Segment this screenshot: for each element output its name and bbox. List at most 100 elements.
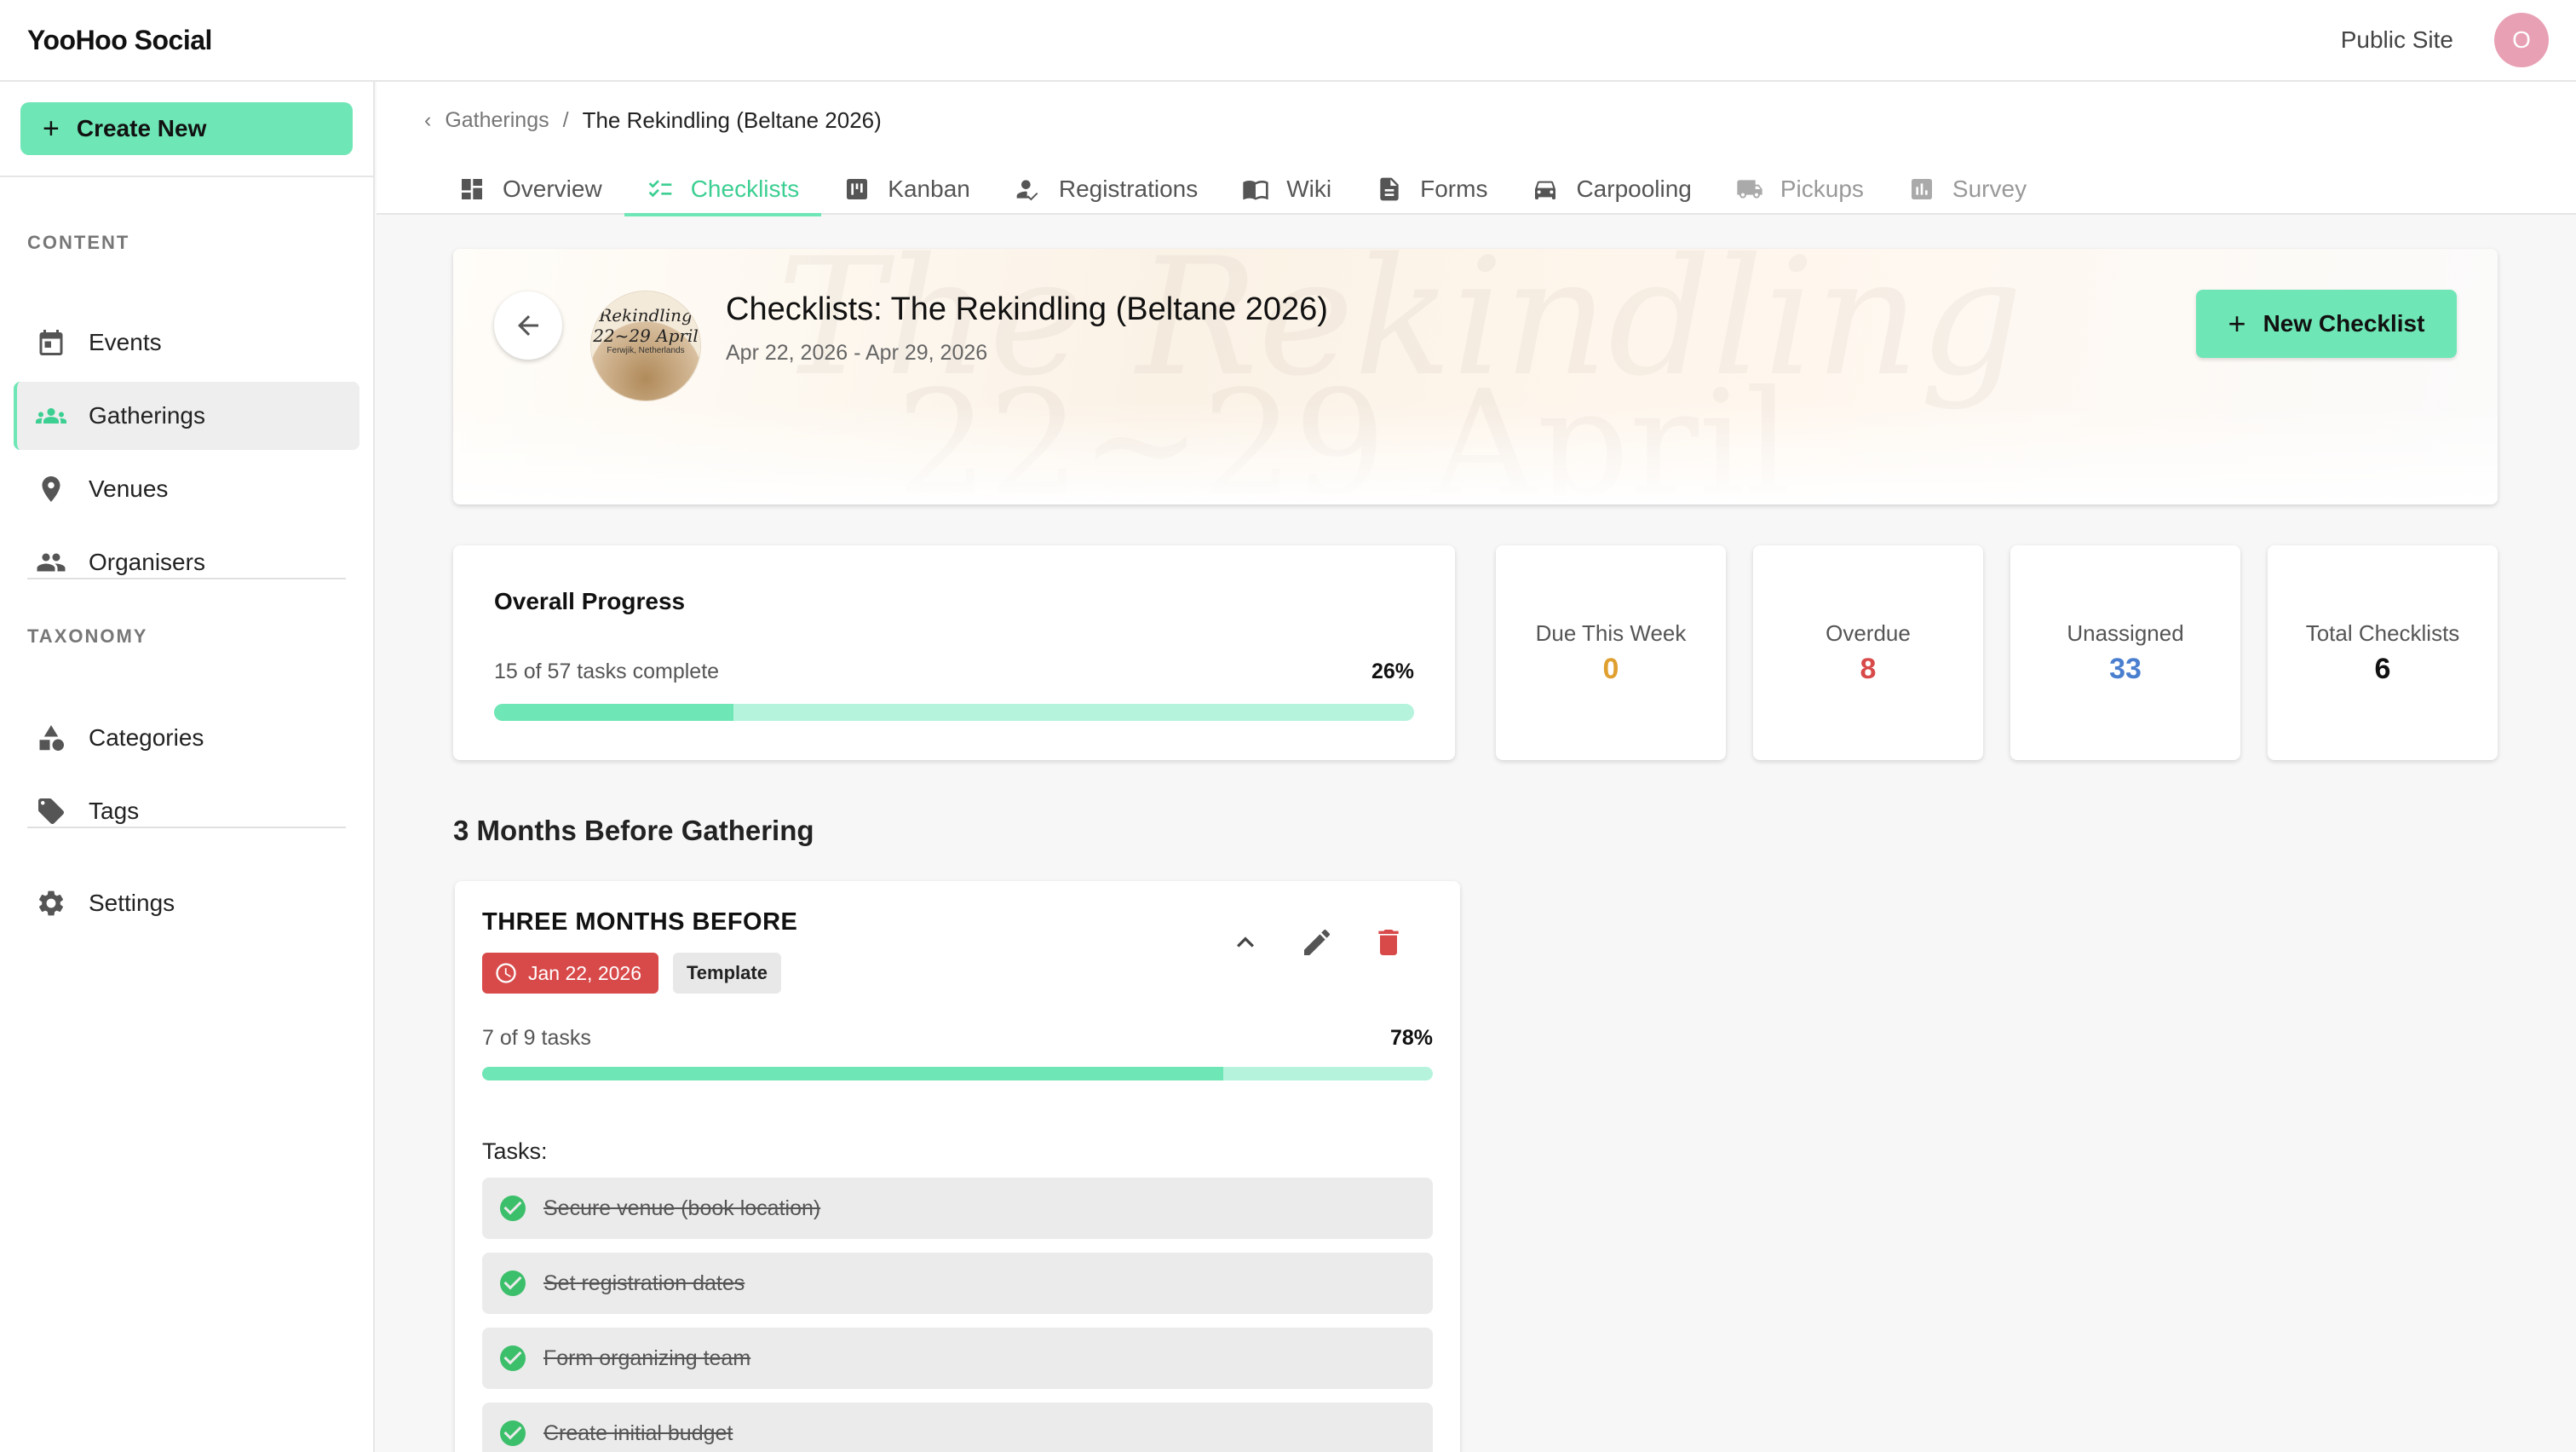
tab-label: Forms <box>1420 176 1488 202</box>
tab-kanban[interactable]: Kanban <box>821 164 992 215</box>
event-logo: Rekindling 22~29 April Ferwjik, Netherla… <box>591 291 700 400</box>
overall-progress-percent: 26% <box>1371 660 1414 683</box>
checklist-summary: 7 of 9 tasks <box>482 1026 591 1050</box>
create-new-label: Create New <box>76 115 207 141</box>
collapse-button[interactable] <box>1222 919 1269 966</box>
page-header: ‹ Gatherings / The Rekindling (Beltane 2… <box>377 82 2576 216</box>
stat-value: 33 <box>2109 653 2142 685</box>
tab-carpooling[interactable]: Carpooling <box>1509 164 1713 215</box>
chevron-up-icon <box>1237 936 1254 948</box>
plus-icon: + <box>2228 306 2246 341</box>
task-label: Set registration dates <box>543 1270 745 1295</box>
sidebar: + Create New CONTENT Events Gatherings V… <box>0 82 375 1452</box>
sidebar-item-categories[interactable]: Categories <box>14 704 359 772</box>
sidebar-item-label: Categories <box>89 724 204 751</box>
due-date-label: Jan 22, 2026 <box>528 961 642 984</box>
sidebar-item-label: Tags <box>89 798 140 824</box>
check-circle-icon[interactable] <box>497 1268 528 1299</box>
overall-progress-summary: 15 of 57 tasks complete <box>494 660 720 683</box>
breadcrumb-current: The Rekindling (Beltane 2026) <box>582 107 882 133</box>
car-icon <box>1535 181 1556 199</box>
shapes-icon <box>36 723 66 753</box>
checklist-progress-bar <box>482 1067 1433 1080</box>
task-item[interactable]: Form organizing team <box>482 1328 1433 1389</box>
arrow-left-icon <box>518 315 538 336</box>
sidebar-item-events[interactable]: Events <box>14 308 359 377</box>
check-circle-icon[interactable] <box>497 1418 528 1449</box>
sidebar-item-settings[interactable]: Settings <box>14 869 359 937</box>
tab-label: Kanban <box>888 176 970 202</box>
pencil-icon <box>1304 929 1331 955</box>
stat-overdue[interactable]: Overdue 8 <box>1753 545 1983 760</box>
tab-label: Checklists <box>690 176 800 202</box>
tab-label: Overview <box>503 176 602 202</box>
breadcrumb: ‹ Gatherings / The Rekindling (Beltane 2… <box>424 107 882 134</box>
overall-progress-fill <box>494 704 733 721</box>
checklist-percent: 78% <box>1389 1026 1433 1050</box>
stat-due-this-week[interactable]: Due This Week 0 <box>1496 545 1726 760</box>
back-button[interactable] <box>494 291 562 360</box>
edit-button[interactable] <box>1293 919 1341 966</box>
tab-survey[interactable]: Survey <box>1886 164 2049 215</box>
task-label: Secure venue (book location) <box>543 1196 821 1220</box>
tab-label: Pickups <box>1780 176 1864 202</box>
tab-label: Registrations <box>1058 176 1199 202</box>
page-title: Checklists: The Rekindling (Beltane 2026… <box>726 291 1328 327</box>
checklist-group-heading: 3 Months Before Gathering <box>453 815 814 846</box>
people-icon <box>36 547 66 578</box>
kanban-icon <box>847 179 868 199</box>
stat-label: Overdue <box>1826 620 1911 646</box>
new-checklist-button[interactable]: + New Checklist <box>2196 290 2457 358</box>
person-check-icon <box>1016 180 1038 201</box>
tab-bar: Overview Checklists Kanban Registrations… <box>436 164 2049 216</box>
plus-icon: + <box>43 112 60 145</box>
avatar[interactable]: O <box>2494 13 2549 67</box>
sidebar-item-venues[interactable]: Venues <box>14 455 359 523</box>
stat-label: Unassigned <box>2067 620 2184 646</box>
stat-label: Total Checklists <box>2305 620 2460 646</box>
public-site-link[interactable]: Public Site <box>2341 26 2453 54</box>
create-new-button[interactable]: + Create New <box>20 102 353 155</box>
gathering-dates: Apr 22, 2026 - Apr 29, 2026 <box>726 341 988 365</box>
event-logo-line: 22~29 April <box>593 326 699 346</box>
sidebar-item-organisers[interactable]: Organisers <box>14 528 359 596</box>
sidebar-separator <box>27 578 346 579</box>
clock-icon <box>496 963 516 983</box>
tab-forms[interactable]: Forms <box>1354 164 1509 215</box>
delete-button[interactable] <box>1365 919 1412 966</box>
sidebar-item-tags[interactable]: Tags <box>14 777 359 845</box>
trash-icon <box>1378 930 1399 955</box>
bar-chart-icon <box>1911 179 1932 199</box>
stat-total-checklists[interactable]: Total Checklists 6 <box>2268 545 2498 760</box>
overall-progress-bar <box>494 704 1414 721</box>
sidebar-item-label: Venues <box>89 475 169 502</box>
task-label: Create initial budget <box>543 1420 733 1445</box>
tab-pickups[interactable]: Pickups <box>1714 164 1886 215</box>
checklist-progress-fill <box>482 1067 1224 1080</box>
check-circle-icon[interactable] <box>497 1343 528 1374</box>
brand-logo[interactable]: YooHoo Social <box>27 25 212 56</box>
top-right-actions: Public Site O <box>2341 13 2549 67</box>
stat-value: 6 <box>2374 653 2391 685</box>
chevron-left-icon[interactable]: ‹ <box>424 108 431 133</box>
checklist-card: THREE MONTHS BEFORE Jan 22, 2026 Templat… <box>455 881 1460 1452</box>
stat-value: 0 <box>1602 653 1619 685</box>
tab-overview[interactable]: Overview <box>436 164 624 215</box>
tasks-label: Tasks: <box>482 1138 548 1164</box>
tab-wiki[interactable]: Wiki <box>1220 164 1354 215</box>
tab-registrations[interactable]: Registrations <box>992 164 1220 215</box>
tab-label: Survey <box>1952 176 2027 202</box>
groups-icon <box>36 400 66 431</box>
checklist-icon <box>648 180 672 198</box>
tab-checklists[interactable]: Checklists <box>624 164 822 216</box>
task-item[interactable]: Create initial budget <box>482 1403 1433 1452</box>
task-item[interactable]: Set registration dates <box>482 1253 1433 1314</box>
check-circle-icon[interactable] <box>497 1193 528 1224</box>
sidebar-item-gatherings[interactable]: Gatherings <box>14 382 359 450</box>
task-item[interactable]: Secure venue (book location) <box>482 1178 1433 1239</box>
stat-unassigned[interactable]: Unassigned 33 <box>2010 545 2240 760</box>
book-icon <box>1243 181 1268 200</box>
stat-value: 8 <box>1860 653 1877 685</box>
checklist-title: THREE MONTHS BEFORE <box>482 908 798 936</box>
breadcrumb-parent-link[interactable]: Gatherings <box>445 108 549 133</box>
